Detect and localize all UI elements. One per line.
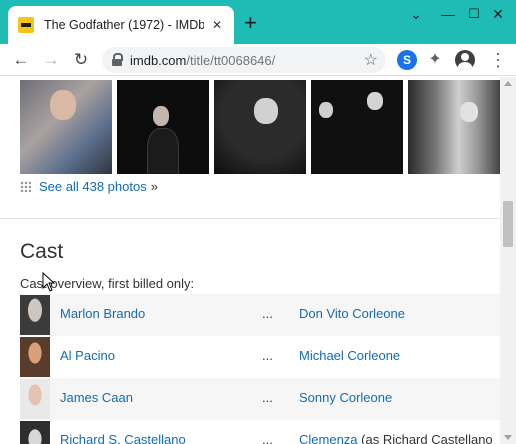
actor-link[interactable]: Marlon Brando: [60, 306, 145, 321]
photo-thumbnail[interactable]: [117, 80, 209, 174]
photo-grid-icon: [20, 181, 31, 192]
cast-table: Marlon Brando ... Don Vito Corleone Al P…: [20, 294, 500, 444]
actor-photo[interactable]: [20, 421, 50, 444]
minimize-icon[interactable]: —: [438, 6, 458, 22]
actor-photo[interactable]: [20, 337, 50, 377]
back-icon[interactable]: ←: [10, 49, 32, 71]
cast-ellipsis: ...: [262, 390, 273, 405]
reload-icon[interactable]: ↻: [70, 49, 92, 71]
actor-link[interactable]: Richard S. Castellano: [60, 432, 186, 444]
character-link[interactable]: Sonny Corleone: [299, 390, 392, 405]
scroll-up-icon[interactable]: [504, 81, 512, 86]
scroll-down-icon[interactable]: [504, 435, 512, 440]
tab-close-icon[interactable]: ✕: [210, 18, 224, 32]
cast-ellipsis: ...: [262, 306, 273, 321]
url-path: /title/tt0068646/: [186, 52, 276, 68]
close-window-icon[interactable]: ✕: [488, 6, 508, 23]
character-note: (as Richard Castellano: [357, 432, 493, 444]
browser-menu-icon[interactable]: ⋮: [488, 50, 508, 70]
profile-avatar-icon[interactable]: [455, 50, 475, 70]
browser-toolbar: ← → ↻ imdb.com/title/tt0068646/ ☆ S ✦ ⋮: [0, 44, 516, 76]
photo-thumbnail[interactable]: [20, 80, 112, 174]
forward-icon[interactable]: →: [40, 49, 62, 71]
tab-title: The Godfather (1972) - IMDb: [44, 18, 204, 32]
photo-thumbnail[interactable]: [408, 80, 500, 174]
browser-tab-bar: The Godfather (1972) - IMDb ✕ + ⌄ — ☐ ✕: [0, 0, 516, 44]
see-all-photos: See all 438 photos »: [20, 179, 158, 194]
see-all-arrow: »: [150, 179, 158, 194]
browser-tab[interactable]: The Godfather (1972) - IMDb ✕: [8, 6, 234, 44]
table-row: Richard S. Castellano ... Clemenza (as R…: [20, 420, 500, 444]
actor-photo[interactable]: [20, 295, 50, 335]
character-link[interactable]: Michael Corleone: [299, 348, 400, 363]
address-bar[interactable]: imdb.com/title/tt0068646/ ☆: [102, 47, 386, 73]
maximize-icon[interactable]: ☐: [464, 6, 484, 22]
url-text[interactable]: imdb.com/title/tt0068646/: [130, 53, 364, 68]
mouse-cursor-icon: [42, 272, 56, 292]
actor-photo[interactable]: [20, 379, 50, 419]
section-divider: [0, 218, 500, 219]
tab-search-icon[interactable]: ⌄: [406, 6, 426, 23]
bookmark-star-icon[interactable]: ☆: [364, 50, 378, 70]
extension-icon[interactable]: S: [397, 50, 417, 70]
lock-icon[interactable]: [110, 53, 124, 67]
character-link[interactable]: Clemenza: [299, 432, 358, 444]
photo-thumbnail[interactable]: [311, 80, 403, 174]
table-row: James Caan ... Sonny Corleone: [20, 378, 500, 420]
actor-link[interactable]: James Caan: [60, 390, 133, 405]
table-row: Marlon Brando ... Don Vito Corleone: [20, 294, 500, 336]
url-host: imdb.com: [130, 52, 187, 68]
see-all-photos-link[interactable]: See all 438 photos: [39, 179, 147, 194]
imdb-favicon-icon: [18, 17, 34, 33]
page-scrollbar[interactable]: [500, 77, 516, 444]
scrollbar-thumb[interactable]: [503, 201, 513, 247]
extensions-puzzle-icon[interactable]: ✦: [425, 50, 445, 70]
photo-thumbnail[interactable]: [214, 80, 306, 174]
character-link[interactable]: Don Vito Corleone: [299, 306, 405, 321]
cast-heading: Cast: [20, 240, 64, 263]
cast-ellipsis: ...: [262, 432, 273, 444]
actor-link[interactable]: Al Pacino: [60, 348, 115, 363]
new-tab-icon[interactable]: +: [244, 12, 257, 34]
photo-strip: [20, 80, 500, 174]
table-row: Al Pacino ... Michael Corleone: [20, 336, 500, 378]
character-cell: Clemenza (as Richard Castellano: [299, 432, 493, 444]
cast-ellipsis: ...: [262, 348, 273, 363]
page-content: See all 438 photos » Cast Cast overview,…: [0, 77, 500, 444]
